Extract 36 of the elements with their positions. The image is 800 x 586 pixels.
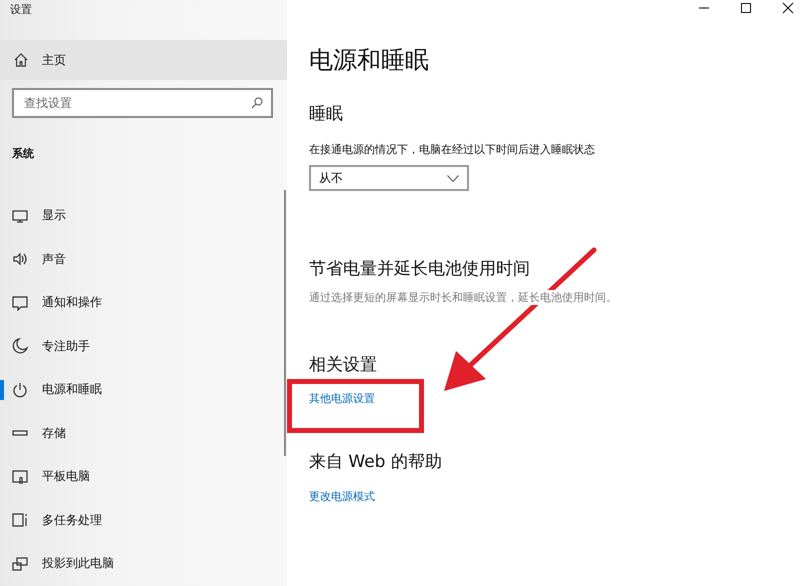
multitask-icon <box>12 512 28 528</box>
settings-link[interactable]: 其他电源设置 <box>309 391 375 406</box>
section-heading: 节省电量并延长电池使用时间 <box>309 259 531 280</box>
section-heading: 相关设置 <box>309 354 378 376</box>
sleep-dropdown[interactable]: 从不 <box>309 165 469 192</box>
maximize-icon[interactable] <box>740 2 752 14</box>
nav-item[interactable]: 平板电脑 <box>0 455 287 498</box>
projector-icon <box>12 556 28 572</box>
home-item[interactable]: 主页 <box>0 40 287 80</box>
nav-item[interactable]: 声音 <box>0 238 287 281</box>
search-input[interactable]: 查找设置 <box>22 95 251 111</box>
speaker-icon <box>12 251 28 268</box>
tablet-icon <box>12 468 28 485</box>
monitor-icon <box>12 208 28 224</box>
chevron-down-icon <box>447 174 459 182</box>
nav-item[interactable]: 存储 <box>0 412 287 455</box>
nav-item[interactable]: 投影到此电脑 <box>0 542 287 586</box>
nav-item[interactable]: 通知和操作 <box>0 281 287 324</box>
window-title: 设置 <box>9 2 33 18</box>
section-heading: 系统 <box>11 146 35 162</box>
search-field[interactable]: 查找设置 <box>12 88 273 118</box>
nav-item[interactable]: 多任务处理 <box>0 498 287 542</box>
close-icon[interactable] <box>782 2 794 14</box>
moon-icon <box>12 338 28 354</box>
page-title: 电源和睡眠 <box>309 45 430 76</box>
message-icon <box>12 294 28 311</box>
power-icon <box>12 382 28 398</box>
nav-item[interactable]: 电源和睡眠 <box>0 368 287 412</box>
section-heading: 来自 Web 的帮助 <box>309 452 443 473</box>
home-icon <box>14 53 28 67</box>
nav-item[interactable]: 专注助手 <box>0 324 287 368</box>
section-heading: 睡眠 <box>309 104 344 124</box>
settings-link[interactable]: 更改电源模式 <box>309 488 375 504</box>
nav-item[interactable]: 显示 <box>0 194 287 238</box>
search-icon <box>251 97 263 109</box>
setting-label: 在接通电源的情况下，电脑在经过以下时间后进入睡眠状态 <box>309 142 596 158</box>
